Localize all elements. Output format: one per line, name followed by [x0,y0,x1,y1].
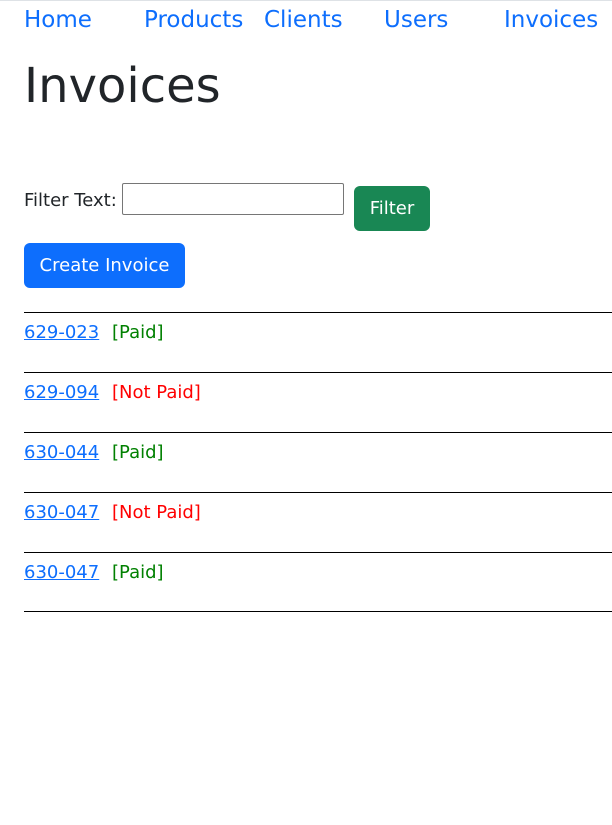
create-invoice-button[interactable]: Create Invoice [24,243,185,288]
page-title: Invoices [24,58,221,114]
invoice-row: 630-047 [Paid] [24,552,612,612]
filter-form: Filter Text: Filter [24,183,584,233]
invoice-row: 629-023 [Paid] [24,312,612,372]
invoice-status-not-paid: [Not Paid] [112,382,201,403]
invoice-link[interactable]: 629-094 [24,381,99,405]
nav-clients[interactable]: Clients [264,4,343,36]
invoice-row: 629-094 [Not Paid] [24,372,612,432]
nav-invoices[interactable]: Invoices [504,4,598,36]
filter-text-input[interactable] [122,183,344,215]
invoice-list: 629-023 [Paid] 629-094 [Not Paid] 630-04… [24,312,612,612]
invoice-status-paid: [Paid] [112,562,164,583]
nav-home[interactable]: Home [24,4,92,36]
filter-button[interactable]: Filter [354,186,430,231]
invoice-row: 630-044 [Paid] [24,432,612,492]
invoice-link[interactable]: 630-047 [24,561,99,585]
filter-label: Filter Text: [24,190,117,211]
nav-users[interactable]: Users [384,4,448,36]
invoice-row: 630-047 [Not Paid] [24,492,612,552]
invoice-link[interactable]: 630-047 [24,501,99,525]
invoice-status-paid: [Paid] [112,322,164,343]
invoice-status-paid: [Paid] [112,442,164,463]
invoice-link[interactable]: 630-044 [24,441,99,465]
top-divider [0,0,612,1]
nav-products[interactable]: Products [144,4,243,36]
top-navigation: Home Products Clients Users Invoices [0,4,612,36]
invoice-status-not-paid: [Not Paid] [112,502,201,523]
invoice-link[interactable]: 629-023 [24,321,99,345]
